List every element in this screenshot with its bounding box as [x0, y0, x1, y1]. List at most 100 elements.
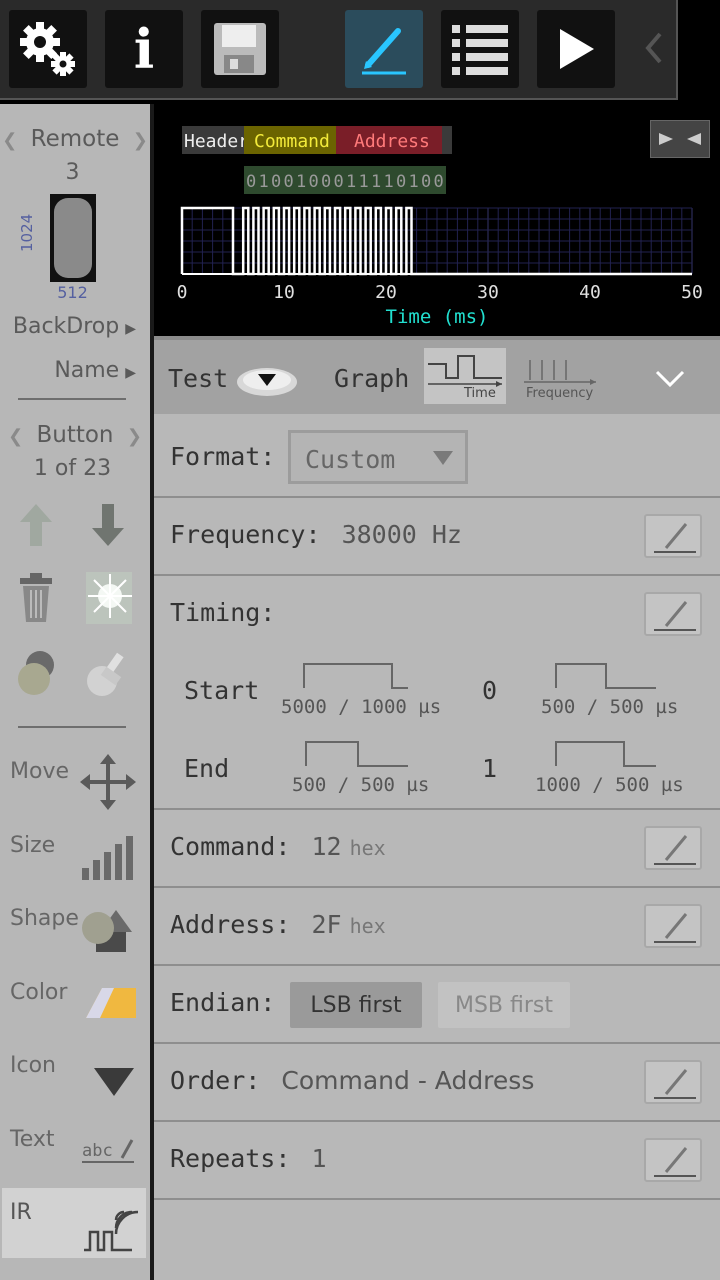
edit-icon: [362, 28, 406, 75]
frequency-value: 38000 Hz: [341, 520, 462, 549]
address-segment-label: Address: [354, 131, 430, 152]
start-pulse-value: 5000 / 1000 µs: [281, 696, 442, 718]
clean-brush-icon[interactable]: [84, 649, 132, 697]
endian-label: Endian:: [170, 988, 276, 1017]
shape-label: Shape: [10, 906, 79, 931]
pencil-icon: [654, 601, 696, 631]
save-button[interactable]: [201, 10, 279, 88]
x-tick-label: 20: [375, 282, 397, 303]
name-link[interactable]: Name ▶: [54, 358, 136, 383]
start-pulse-diagram: [303, 663, 408, 689]
settings-button[interactable]: [9, 10, 87, 88]
sparkle-icon[interactable]: [86, 572, 132, 624]
top-toolbar: i: [0, 0, 678, 100]
name-label: Name: [54, 358, 120, 383]
chevron-left-icon[interactable]: [642, 30, 666, 66]
bit-one-label: 1: [482, 754, 498, 783]
trash-icon[interactable]: [16, 572, 56, 624]
ir-tool-row[interactable]: IR: [2, 1188, 146, 1258]
collapse-arrows-icon: [659, 133, 701, 145]
bit-zero-pulse-value: 500 / 500 µs: [541, 696, 679, 718]
color-label: Color: [10, 980, 68, 1005]
pencil-icon: [654, 1069, 696, 1099]
address-row: Address: 2F hex: [154, 888, 720, 966]
size-label: Size: [10, 833, 56, 858]
icon-label: Icon: [10, 1053, 56, 1078]
chevron-right-icon[interactable]: ❯: [127, 426, 142, 447]
edit-frequency-button[interactable]: [644, 514, 702, 558]
timing-row: Timing: Start 5000 / 1000 µs 0 500 / 500…: [154, 576, 720, 810]
bit-label: 1: [259, 172, 269, 192]
duplicate-icon[interactable]: [16, 649, 58, 697]
save-icon: [214, 23, 266, 75]
bit-label: 1: [359, 172, 369, 192]
edit-button[interactable]: [345, 10, 423, 88]
info-icon: i: [133, 17, 155, 81]
bit-zero-pulse-diagram: [555, 663, 656, 689]
info-button[interactable]: i: [105, 10, 183, 88]
edit-command-button[interactable]: [644, 826, 702, 870]
msb-first-toggle[interactable]: MSB first: [438, 982, 570, 1028]
x-tick-label: 40: [579, 282, 601, 303]
list-button[interactable]: [441, 10, 519, 88]
move-arrows-icon[interactable]: [80, 754, 136, 810]
test-button-icon[interactable]: [234, 362, 300, 398]
backdrop-link[interactable]: BackDrop ▶: [13, 314, 136, 339]
chevron-left-icon[interactable]: ❮: [8, 426, 23, 447]
repeats-label: Repeats: 1: [170, 1144, 327, 1173]
edit-repeats-button[interactable]: [644, 1138, 702, 1182]
bit-label: 0: [246, 172, 256, 192]
collapse-graph-button[interactable]: [650, 120, 710, 158]
edit-address-button[interactable]: [644, 904, 702, 948]
shape-icon[interactable]: [80, 904, 134, 954]
icon-triangle-icon[interactable]: [94, 1066, 134, 1098]
address-label: Address: 2F hex: [170, 910, 386, 939]
play-button[interactable]: [537, 10, 615, 88]
order-row: Order: Command - Address: [154, 1044, 720, 1122]
test-label: Test: [168, 364, 229, 393]
address-unit: hex: [349, 914, 386, 938]
divider: [18, 398, 126, 400]
lsb-first-toggle[interactable]: LSB first: [290, 982, 422, 1028]
chevron-left-icon[interactable]: ❮: [2, 130, 17, 151]
move-down-icon[interactable]: [90, 502, 126, 548]
x-axis-ticks: 0 10 20 30 40 50: [177, 282, 703, 303]
text-label: Text: [10, 1127, 55, 1152]
button-position: 1 of 23: [33, 456, 112, 481]
chevron-right-icon[interactable]: ❯: [133, 130, 148, 151]
order-value: Command - Address: [281, 1066, 535, 1095]
bit-zero-label: 0: [482, 676, 498, 705]
time-graph-tab[interactable]: Time: [424, 348, 506, 404]
text-abc-icon[interactable]: abc: [82, 1136, 134, 1164]
frequency-graph-tab[interactable]: Frequency: [520, 348, 600, 404]
triangle-right-icon: ▶: [125, 321, 136, 337]
end-pulse-diagram: [305, 741, 408, 767]
bit-label: 1: [409, 172, 419, 192]
command-row: Command: 12 hex: [154, 810, 720, 888]
color-swatch-icon[interactable]: [86, 984, 136, 1022]
format-select[interactable]: Custom: [288, 430, 468, 484]
button-selector[interactable]: ❮ Button ❯: [0, 422, 150, 448]
list-icon: [452, 25, 508, 75]
bit-label: 0: [309, 172, 319, 192]
graph-label: Graph: [334, 364, 410, 393]
bit-label: 0: [396, 172, 406, 192]
x-tick-label: 50: [681, 282, 703, 303]
chevron-down-icon[interactable]: [654, 368, 686, 390]
remote-number: 3: [65, 160, 80, 185]
remote-thumbnail[interactable]: [50, 194, 96, 282]
size-bars-icon[interactable]: [82, 836, 134, 880]
remote-selector[interactable]: ❮ Remote ❯: [0, 126, 150, 152]
time-tab-label: Time: [464, 386, 496, 401]
bit-label: 0: [421, 172, 431, 192]
edit-order-button[interactable]: [644, 1060, 702, 1104]
endian-row: Endian: LSB first MSB first: [154, 966, 720, 1044]
remote-width: 512: [57, 283, 88, 302]
button-title: Button: [36, 422, 114, 448]
frequency-label: Frequency: 38000 Hz: [170, 520, 462, 549]
remote-height: 1024: [18, 213, 36, 252]
end-pulse-value: 500 / 500 µs: [292, 774, 430, 796]
move-up-icon[interactable]: [18, 502, 54, 548]
x-axis-label: Time (ms): [386, 306, 489, 328]
edit-timing-button[interactable]: [644, 592, 702, 636]
